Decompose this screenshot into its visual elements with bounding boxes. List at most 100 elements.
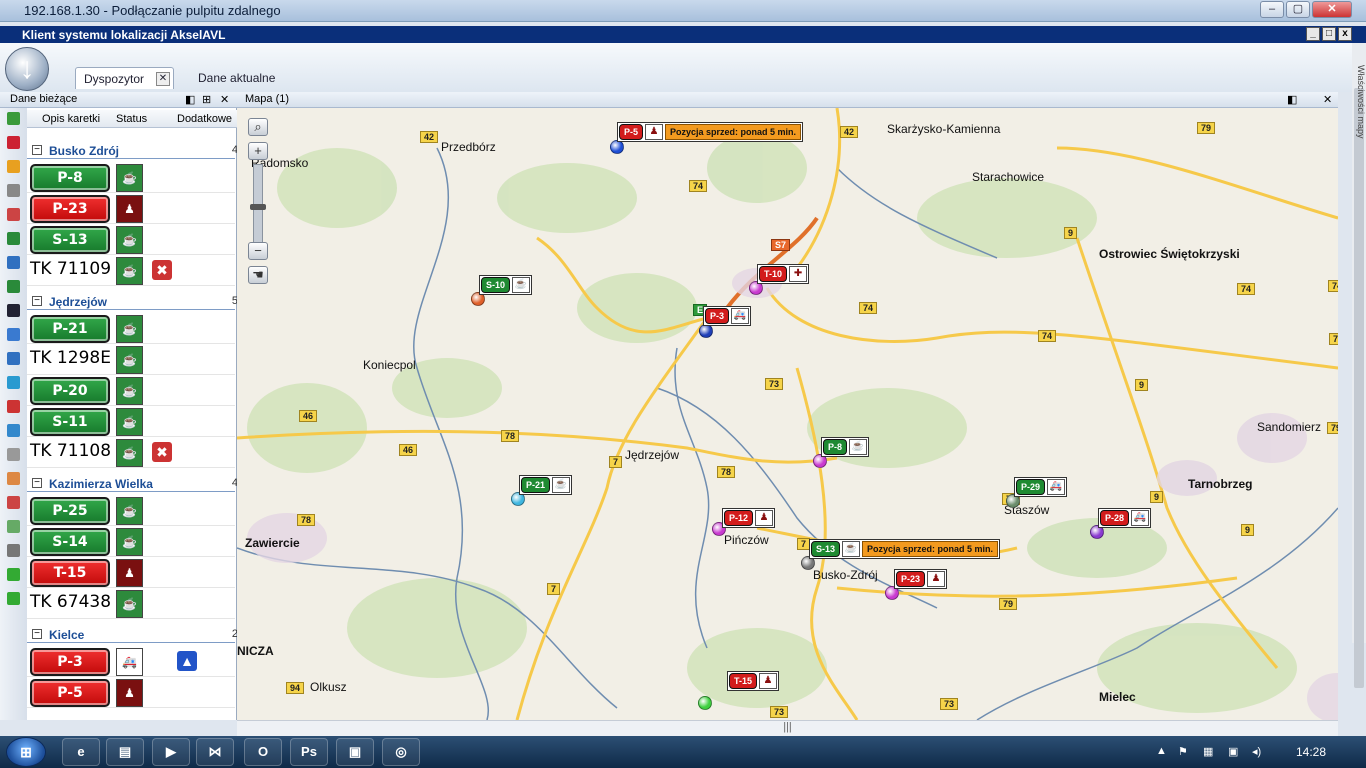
toolbar-tool-icon[interactable] (7, 280, 20, 293)
toolbar-tool-icon[interactable] (7, 208, 20, 221)
ambulance-row[interactable]: S-11 ☕ (27, 406, 235, 437)
ambulance-tag[interactable]: S-13 (30, 226, 110, 254)
toolbar-tool-icon[interactable] (7, 448, 20, 461)
vertical-scrollbar[interactable]: Właściwości mapy (1352, 43, 1366, 688)
ambulance-row[interactable]: P-20 ☕ (27, 375, 235, 406)
vehicle-pin-icon[interactable] (610, 140, 624, 154)
ambulance-tag[interactable]: P-21 (30, 315, 110, 343)
start-button[interactable]: ⊞ (6, 737, 46, 767)
taskbar-app-button[interactable]: ▣ (336, 738, 374, 766)
zoom-search-icon[interactable]: ⌕ (248, 118, 268, 136)
vehicle-label[interactable]: S-10 ☕ (479, 275, 533, 295)
horizontal-scrollbar[interactable]: ||| (237, 720, 1338, 736)
panel-close-icon[interactable]: ✕ (220, 93, 229, 106)
app-close-button[interactable]: x (1338, 27, 1352, 41)
toolbar-tool-icon[interactable] (7, 184, 20, 197)
toolbar-tool-icon[interactable] (7, 352, 20, 365)
ambulance-row[interactable]: P-25 ☕ (27, 495, 235, 526)
vehicle-label[interactable]: P-21 ☕ (519, 475, 573, 495)
app-menu-arrow-icon[interactable]: ↓ (5, 47, 49, 91)
extra-monitor-icon[interactable]: ▣ (152, 562, 172, 582)
group-toggle-icon[interactable]: − (32, 478, 42, 488)
vehicle-pin-icon[interactable] (699, 324, 713, 338)
toolbar-tool-icon[interactable] (7, 472, 20, 485)
toolbar-tool-icon[interactable] (7, 304, 20, 317)
zoom-slider-handle[interactable] (250, 204, 266, 210)
ambulance-tag[interactable]: P-3 (30, 648, 110, 676)
extra-x-icon[interactable]: ✖ (152, 442, 172, 462)
zoom-in-button[interactable]: + (248, 142, 268, 160)
extra-monitor-icon[interactable]: ▣ (152, 651, 172, 671)
vehicle-label[interactable]: T-15 ♟ (727, 671, 780, 691)
ambulance-tag[interactable]: S-14 (30, 528, 110, 556)
toolbar-tool-icon[interactable] (7, 136, 20, 149)
toolbar-tool-icon[interactable] (7, 376, 20, 389)
toolbar-tool-icon[interactable] (7, 544, 20, 557)
vehicle-label[interactable]: P-28 🚑 (1098, 508, 1152, 528)
vehicle-label[interactable]: P-12 ♟ (722, 508, 776, 528)
taskbar-app-button[interactable]: ⋈ (196, 738, 234, 766)
vehicle-label[interactable]: S-13 ☕ Pozycja sprzed: ponad 5 min. (809, 539, 1001, 559)
vehicle-label[interactable]: P-3 🚑 (703, 306, 752, 326)
ambulance-tag[interactable]: T-15 (30, 559, 110, 587)
column-desc[interactable]: Opis karetki (42, 113, 100, 125)
taskbar-app-button[interactable]: e (62, 738, 100, 766)
group-toggle-icon[interactable]: − (32, 629, 42, 639)
toolbar-tool-icon[interactable] (7, 160, 20, 173)
app-maximize-button[interactable]: □ (1322, 27, 1336, 41)
close-button[interactable]: ✕ (1312, 1, 1352, 18)
toolbar-tool-icon[interactable] (7, 328, 20, 341)
map-view[interactable]: Skarżysko-Kamienna Przedbórz Radomsko Stara… (237, 108, 1338, 720)
ambulance-tag[interactable]: P-25 (30, 497, 110, 525)
zoom-out-button[interactable]: − (248, 242, 268, 260)
group-toggle-icon[interactable]: − (32, 145, 42, 155)
ambulance-row[interactable]: TK 1298E ☕ (27, 344, 235, 375)
vehicle-label[interactable]: P-29 🚑 (1014, 477, 1068, 497)
panel-pin-icon[interactable]: ◧ (185, 93, 195, 106)
tray-icon[interactable]: ▣ (1228, 745, 1238, 758)
ambulance-tag[interactable]: P-20 (30, 377, 110, 405)
taskbar-app-button[interactable]: ▶ (152, 738, 190, 766)
ambulance-row[interactable]: P-8 ☕ (27, 162, 235, 193)
tray-icon[interactable]: ▲ (1156, 745, 1167, 757)
ambulance-tag[interactable]: P-8 (30, 164, 110, 192)
tray-icon[interactable]: ◂) (1252, 745, 1261, 758)
toolbar-tool-icon[interactable] (7, 232, 20, 245)
toolbar-tool-icon[interactable] (7, 568, 20, 581)
toolbar-tool-icon[interactable] (7, 256, 20, 269)
extra-monitor-icon[interactable]: ▣ (152, 198, 172, 218)
panel-dock-icon[interactable]: ⊞ (202, 93, 211, 106)
ambulance-row[interactable]: P-23 ♟ ▣ (27, 193, 235, 224)
ambulance-row[interactable]: S-14 ☕ (27, 526, 235, 557)
ambulance-row[interactable]: TK 67438 ☕ (27, 588, 235, 619)
tab-current-data[interactable]: Dane aktualne (190, 67, 283, 89)
vehicle-label[interactable]: P-8 ☕ (821, 437, 870, 457)
toolbar-tool-icon[interactable] (7, 520, 20, 533)
ambulance-row[interactable]: P-3 🚑 ▣ ▲ (27, 646, 235, 677)
app-minimize-button[interactable]: _ (1306, 27, 1320, 41)
toolbar-tool-icon[interactable] (7, 496, 20, 509)
extra-siren-icon[interactable]: ▲ (177, 651, 197, 671)
tray-icon[interactable]: ⚑ (1178, 745, 1188, 758)
column-extra[interactable]: Dodatkowe (177, 113, 232, 125)
maximize-button[interactable]: ▢ (1286, 1, 1310, 18)
tray-icon[interactable]: ▦ (1203, 745, 1213, 758)
map-properties-side-tab[interactable]: Właściwości mapy (1352, 65, 1366, 225)
toolbar-tool-icon[interactable] (7, 592, 20, 605)
vehicle-label[interactable]: T-10 ✚ (757, 264, 810, 284)
tab-close-icon[interactable]: ✕ (156, 72, 170, 86)
map-close-icon[interactable]: ✕ (1323, 93, 1332, 106)
map-maximize-icon[interactable]: ◧ (1287, 93, 1297, 106)
ambulance-tag[interactable]: P-23 (30, 195, 110, 223)
group-header[interactable]: − Busko Zdrój 4 (27, 142, 238, 159)
ambulance-tag[interactable]: S-11 (30, 408, 110, 436)
ambulance-row[interactable]: T-15 ♟ ▣ (27, 557, 235, 588)
taskbar-app-button[interactable]: Ps (290, 738, 328, 766)
ambulance-tag[interactable]: P-5 (30, 679, 110, 707)
vehicle-label[interactable]: P-23 ♟ (894, 569, 948, 589)
taskbar-app-button[interactable]: O (244, 738, 282, 766)
vehicle-pin-icon[interactable] (698, 696, 712, 710)
group-header[interactable]: − Kazimierza Wielka 4 (27, 475, 238, 492)
group-toggle-icon[interactable]: − (32, 296, 42, 306)
column-status[interactable]: Status (116, 113, 147, 125)
